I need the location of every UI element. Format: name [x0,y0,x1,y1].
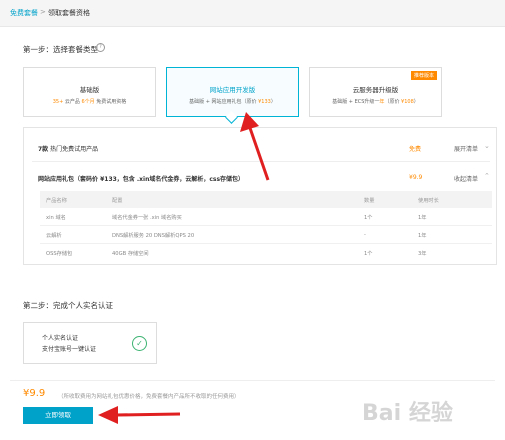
claim-button[interactable]: 立即领取 [23,407,93,424]
plan-card-ecs[interactable]: 推荐版本 云服务器升级版 基础版 + ECS升级一年（原价 ¥108） [309,67,442,117]
plan-card-desc: 基础版 + 网站应用礼包（原价 ¥133） [189,99,276,105]
recommend-badge: 推荐版本 [410,71,437,80]
cell: 云解析 [46,233,62,239]
watermark-text: Bai 经验 [362,400,453,426]
breadcrumb-bar: 免费套餐 > 领取套餐资格 [0,0,505,27]
divider [32,161,490,162]
cell: - [364,232,366,238]
chevron-down-icon[interactable]: ⌄ [484,142,490,150]
step1-title: 第一步：选择套餐类型 [23,45,98,54]
cell: xin 域名 [46,215,66,221]
table-row: 云解析 DNS解析服务 20 DNS解析QPS 20 - 1年 [40,225,492,243]
help-icon[interactable]: ? [96,43,105,52]
breadcrumb-separator: > [40,8,46,16]
chevron-up-icon[interactable]: ⌃ [484,172,490,180]
cell: 1个 [364,215,373,221]
plan-card-basic[interactable]: 基础版 35+ 云产品 6个月 免费试用资格 [23,67,156,117]
cell: 3年 [418,251,427,257]
th-name: 产品名称 [46,198,67,204]
expand-list-link[interactable]: 展开清单 [454,144,478,153]
arrow-to-claim-button [98,406,181,424]
cell: 域名代金券一张 .xin 域名购买 [112,215,182,221]
plan-card-web[interactable]: 网站应用开发版 基础版 + 网站应用礼包（原价 ¥133） [166,67,299,124]
free-products-title: 7款 热门免费试用产品 [38,146,99,153]
breadcrumb-link[interactable]: 免费套餐 [10,8,38,18]
th-duration: 使用时长 [418,198,439,204]
plan-card-title: 基础版 [79,86,100,94]
cell: OSS存储包 [46,251,73,257]
realname-auth-card[interactable]: 个人实名认证 支付宝账号一键认证 ✓ [23,322,157,364]
table-row: OSS存储包 40GB 存储空间 1个 3年 [40,243,492,261]
web-pack-title: 网站应用礼包（套码价 ¥133，包含 .xin域名代金券，云解析，css存储包） [38,176,245,183]
collapse-list-link[interactable]: 收起清单 [454,174,478,183]
cell: 1年 [418,233,427,239]
cell: 40GB 存储空间 [112,251,149,257]
cell: 1年 [418,215,427,221]
free-products-price: 免费 [409,146,422,153]
web-pack-table: 产品名称 配置 数量 使用时长 xin 域名 域名代金券一张 .xin 域名购买… [40,191,492,261]
plan-detail-panel: 7款 热门免费试用产品 免费 展开清单 ⌄ 网站应用礼包（套码价 ¥133，包含… [23,127,497,265]
plan-card-title: 云服务器升级版 [352,86,399,94]
table-header: 产品名称 配置 数量 使用时长 [40,191,492,208]
divider [10,380,495,381]
web-pack-price: ¥9.9 [409,174,423,181]
plan-card-desc: 35+ 云产品 6个月 免费试用资格 [52,99,127,105]
step2-title: 第二步：完成个人实名认证 [23,301,113,310]
baidu-watermark: Bai 经验 [356,392,496,432]
plan-card-desc: 基础版 + ECS升级一年（原价 ¥108） [332,99,419,105]
free-products-row[interactable]: 7款 热门免费试用产品 免费 展开清单 ⌄ [24,136,496,159]
auth-subtitle: 支付宝账号一键认证 [42,346,97,353]
price-note: （所收取费用为网站礼包优惠价格，免费套餐内产品所不收取的任何费用） [58,394,240,400]
check-circle-icon: ✓ [132,336,147,351]
th-qty: 数量 [364,198,375,204]
web-pack-row[interactable]: 网站应用礼包（套码价 ¥133，包含 .xin域名代金券，云解析，css存储包）… [24,166,496,189]
table-row: xin 域名 域名代金券一张 .xin 域名购买 1个 1年 [40,208,492,225]
auth-title: 个人实名认证 [42,335,79,342]
cell: DNS解析服务 20 DNS解析QPS 20 [112,233,195,239]
breadcrumb-current: 领取套餐资格 [48,9,90,17]
cell: 1个 [364,251,373,257]
total-price: ¥9.9 [23,388,46,399]
selected-pointer [225,111,238,124]
th-config: 配置 [112,198,123,204]
plan-card-title: 网站应用开发版 [209,86,256,94]
